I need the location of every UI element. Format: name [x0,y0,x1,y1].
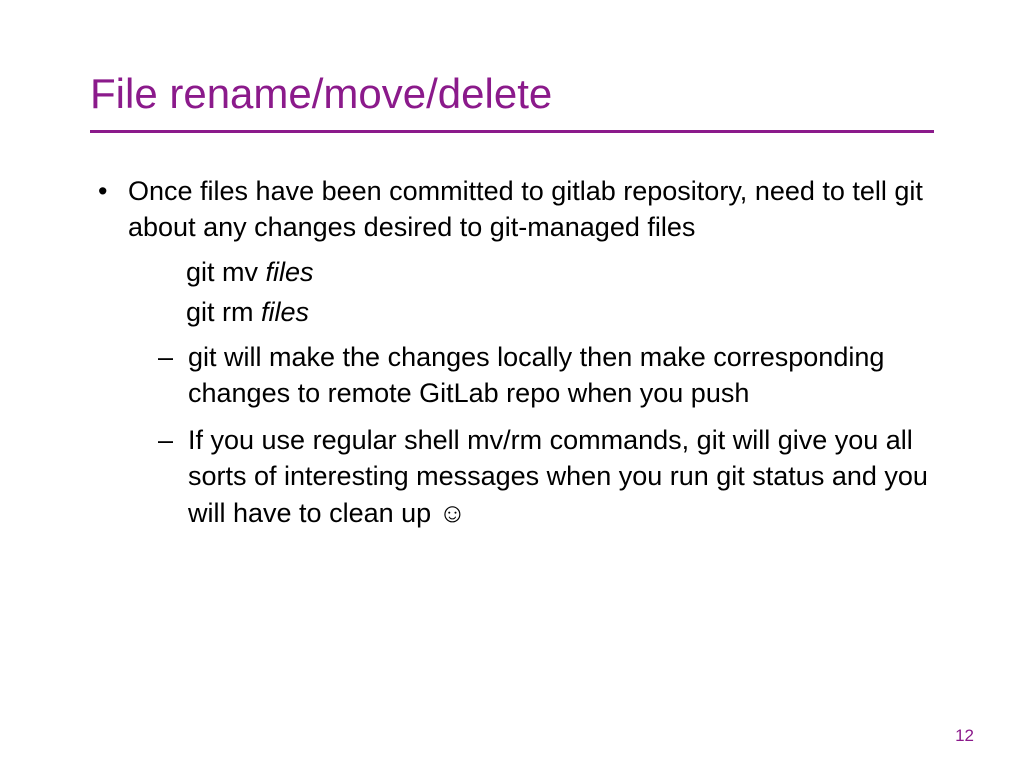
sub-bullet-2: If you use regular shell mv/rm commands,… [148,422,934,531]
command-rm: git rm files [186,294,934,330]
sub-bullet-1: git will make the changes locally then m… [148,339,934,412]
command-rm-arg: files [261,297,309,327]
bullet-main: Once files have been committed to gitlab… [90,173,934,531]
slide-container: File rename/move/delete Once files have … [0,0,1024,768]
command-mv-prefix: git mv [186,257,266,287]
sub-bullet-1-text: git will make the changes locally then m… [188,342,884,408]
bullet-list-level2: git will make the changes locally then m… [128,339,934,531]
bullet-main-text: Once files have been committed to gitlab… [128,176,923,242]
slide-title: File rename/move/delete [90,70,934,118]
page-number: 12 [955,726,974,746]
title-divider [90,130,934,133]
sub-bullet-2-text: If you use regular shell mv/rm commands,… [188,425,928,528]
command-mv: git mv files [186,254,934,290]
command-mv-arg: files [266,257,314,287]
command-rm-prefix: git rm [186,297,261,327]
slide-content: Once files have been committed to gitlab… [90,173,934,531]
smiley-icon: ☺ [439,498,467,528]
command-list: git mv files git rm files [128,254,934,331]
bullet-list-level1: Once files have been committed to gitlab… [90,173,934,531]
